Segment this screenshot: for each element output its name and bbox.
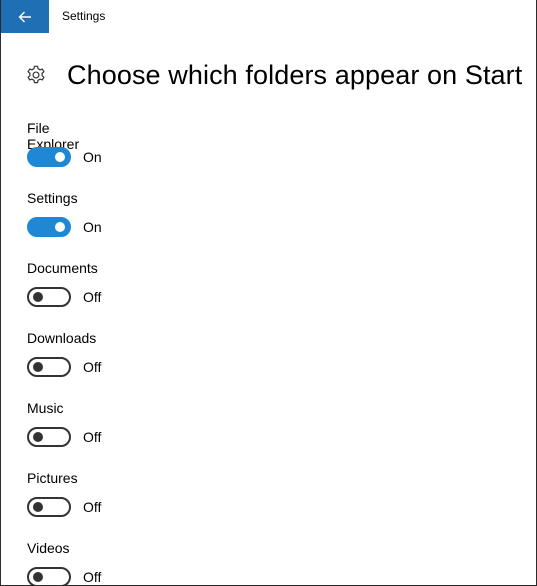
downloads-toggle[interactable] (27, 357, 71, 377)
toggle-row[interactable]: Off (27, 287, 101, 307)
toggle-state-label: Off (83, 359, 102, 375)
toggle-row[interactable]: Off (27, 427, 101, 447)
toggle-row[interactable]: Off (27, 567, 102, 585)
setting-label: Pictures (27, 470, 78, 486)
music-toggle[interactable] (27, 427, 71, 447)
setting-label: Documents (27, 260, 98, 276)
toggle-state-label: Off (83, 569, 102, 585)
setting-label: Music (27, 400, 64, 416)
back-arrow-icon (18, 11, 31, 22)
toggle-knob (33, 362, 43, 372)
toggle-knob (33, 292, 43, 302)
setting-label: Downloads (27, 330, 97, 346)
window-title: Settings (62, 9, 106, 23)
toggle-row[interactable]: On (27, 217, 102, 237)
toggle-knob (33, 502, 43, 512)
page-title: Choose which folders appear on Start (67, 59, 523, 90)
toggle-row[interactable]: Off (27, 497, 101, 517)
settings-window: Settings Choose which folders appear on … (0, 0, 537, 586)
gear-icon (25, 64, 47, 86)
title-bar: Settings (1, 0, 536, 33)
toggle-knob (55, 152, 65, 162)
file-explorer-toggle[interactable] (27, 147, 71, 167)
toggle-state-label: On (83, 219, 102, 235)
settings-toggle[interactable] (27, 217, 71, 237)
toggle-knob (33, 432, 43, 442)
documents-toggle[interactable] (27, 287, 71, 307)
back-button[interactable] (1, 0, 49, 33)
toggle-state-label: Off (83, 289, 102, 305)
pictures-toggle[interactable] (27, 497, 71, 517)
toggle-state-label: Off (83, 499, 102, 515)
videos-toggle[interactable] (27, 567, 71, 585)
setting-label: Settings (27, 190, 78, 206)
setting-label: Videos (27, 540, 70, 556)
toggle-knob (55, 222, 65, 232)
toggle-knob (33, 572, 43, 582)
toggle-row[interactable]: Off (27, 357, 101, 377)
toggle-row[interactable]: On (27, 147, 102, 167)
toggle-state-label: Off (83, 429, 102, 445)
toggle-state-label: On (83, 149, 102, 165)
page-header: Choose which folders appear on Start (25, 58, 522, 92)
